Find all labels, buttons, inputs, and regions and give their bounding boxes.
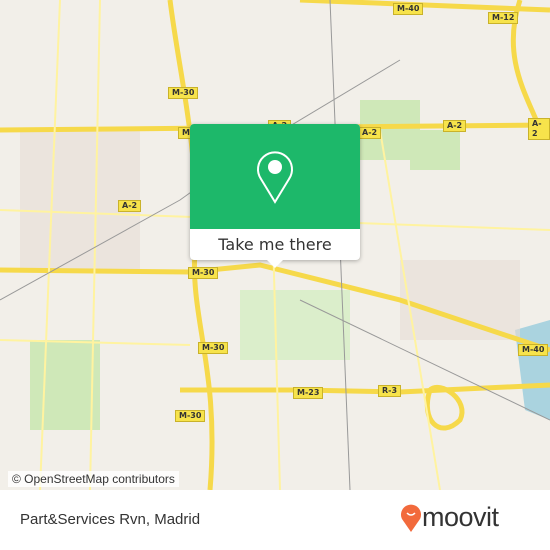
road-shield: A-2 [358, 127, 382, 139]
popup-header [190, 124, 360, 229]
road-shield: R-3 [378, 385, 402, 397]
map-pin-icon [257, 150, 293, 204]
road-shield: M-23 [293, 387, 324, 399]
location-popup[interactable]: Take me there [190, 124, 360, 268]
road-shield: M-40 [393, 3, 424, 15]
road-shield: M-30 [198, 342, 229, 354]
map-attribution[interactable]: © OpenStreetMap contributors [8, 471, 179, 487]
logo-text: moovit [422, 502, 499, 532]
moovit-logo[interactable]: moovit [400, 502, 499, 533]
place-name: Part&Services Rvn, Madrid [20, 511, 201, 528]
road-shield: A-2 [443, 120, 467, 132]
moovit-pin-icon [401, 504, 421, 532]
road-shield: M-30 [188, 267, 219, 279]
road-shield: M-30 [175, 410, 206, 422]
road-shield: M-30 [168, 87, 199, 99]
take-me-there-button[interactable]: Take me there [190, 229, 360, 260]
road-shield: A-2 [528, 118, 550, 140]
road-shield: M-12 [488, 12, 519, 24]
road-shield: M-40 [518, 344, 549, 356]
road-shield: A-2 [118, 200, 142, 212]
